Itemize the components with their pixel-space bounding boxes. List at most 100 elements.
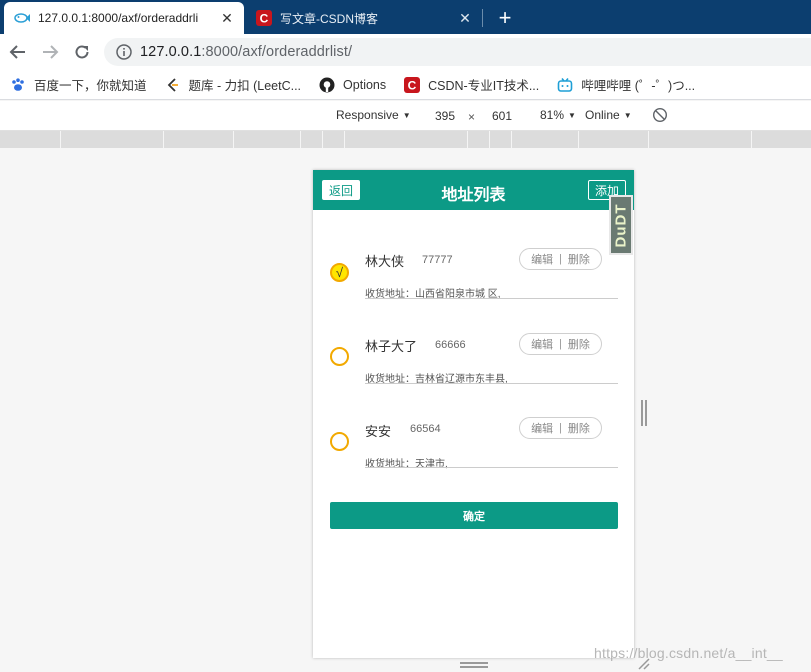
address-bar[interactable]: 127.0.0.1:8000/axf/orderaddrlist/ [104, 38, 811, 66]
edit-button[interactable]: 编辑 [531, 336, 553, 352]
bookmark-label: Options [343, 77, 387, 92]
confirm-button[interactable]: 确定 [330, 502, 618, 529]
device-toolbar: Responsive ▼ 395 × 601 81% ▼ Online ▼ [0, 101, 811, 131]
ruler-tick [751, 131, 752, 148]
dudt-overlay-badge[interactable]: DuDT [609, 195, 633, 255]
bookmark-label: CSDN-专业IT技术... [428, 79, 540, 93]
throttle-select[interactable]: Online ▼ [585, 108, 632, 122]
svg-text:C: C [408, 78, 417, 92]
paw-icon [10, 77, 26, 93]
ruler-tick [648, 131, 649, 148]
ruler-tick [322, 131, 323, 148]
delete-button[interactable]: 删除 [568, 251, 590, 267]
tab-strip: 127.0.0.1:8000/axf/orderaddrli ✕ C 写文章-C… [0, 0, 811, 34]
action-divider: | [559, 253, 562, 265]
dudt-badge-label: DuDT [612, 203, 630, 247]
back-arrow-icon[interactable] [6, 40, 30, 64]
delete-button[interactable]: 删除 [568, 336, 590, 352]
bookmark-csdn[interactable]: C CSDN-专业IT技术... [404, 75, 539, 94]
app-header: 返回 地址列表 添加 [313, 170, 634, 210]
emulated-page: 返回 地址列表 添加 √ 林大侠 77777 编辑 | 删除 收货地址：山西省阳… [313, 170, 634, 658]
forward-arrow-icon[interactable] [38, 40, 62, 64]
resize-handle-right[interactable] [641, 400, 647, 426]
tab-title: 写文章-CSDN博客 [280, 11, 378, 26]
ruler-tick [511, 131, 512, 148]
bookmark-bilibili[interactable]: 哔哩哔哩 (゜-゜)つ... [557, 75, 695, 94]
dimension-separator: × [468, 110, 476, 124]
device-select[interactable]: Responsive ▼ [336, 108, 411, 122]
rotate-icon[interactable] [652, 107, 668, 123]
address-item: 安安 66564 编辑 | 删除 收货地址：天津市, [313, 411, 634, 491]
url-host: 127.0.0.1 [140, 44, 202, 60]
tab-divider [482, 9, 483, 27]
address-actions: 编辑 | 删除 [519, 333, 602, 355]
csdn-icon: C [404, 76, 421, 93]
address-radio[interactable] [330, 347, 349, 366]
address-radio[interactable]: √ [330, 263, 349, 282]
edit-button[interactable]: 编辑 [531, 420, 553, 436]
bookmark-leetcode[interactable]: 题库 - 力扣 (LeetC... [165, 75, 302, 94]
dropdown-caret-icon: ▼ [568, 110, 576, 120]
address-divider [365, 467, 618, 468]
ruler-tick [344, 131, 345, 148]
address-item: √ 林大侠 77777 编辑 | 删除 收货地址：山西省阳泉市城 区, [313, 242, 634, 322]
ruler-tick [60, 131, 61, 148]
address-actions: 编辑 | 删除 [519, 417, 602, 439]
new-tab-button[interactable]: + [492, 5, 518, 31]
close-icon[interactable]: ✕ [218, 9, 236, 27]
device-label: Responsive [336, 108, 399, 122]
zoom-label: 81% [540, 108, 565, 122]
github-icon [319, 77, 335, 93]
bilibili-icon [557, 77, 573, 93]
svg-text:C: C [260, 12, 269, 26]
address-name: 林大侠 [365, 254, 405, 269]
dropdown-caret-icon: ▼ [402, 110, 411, 120]
address-phone: 77777 [422, 254, 453, 266]
address-name: 林子大了 [365, 339, 418, 354]
address-divider [365, 383, 618, 384]
info-icon[interactable] [116, 44, 132, 60]
action-divider: | [559, 338, 562, 350]
ruler-tick [233, 131, 234, 148]
bookmarks-bar: 百度一下，你就知道 题库 - 力扣 (LeetC... Options C CS… [0, 70, 811, 100]
bookmark-baidu[interactable]: 百度一下，你就知道 [10, 75, 147, 94]
address-item: 林子大了 66666 编辑 | 删除 收货地址：吉林省辽源市东丰县, [313, 327, 634, 407]
edit-button[interactable]: 编辑 [531, 251, 553, 267]
dropdown-caret-icon: ▼ [623, 110, 632, 120]
url-text: 127.0.0.1:8000/axf/orderaddrlist/ [140, 44, 352, 60]
ruler-tick [489, 131, 490, 148]
bookmark-options[interactable]: Options [319, 77, 386, 93]
resize-handle-bottom[interactable] [460, 662, 488, 668]
bookmark-label: 百度一下，你就知道 [34, 79, 147, 93]
watermark: https://blog.csdn.net/a__int__ [594, 645, 783, 661]
address-phone: 66564 [410, 423, 441, 435]
zoom-select[interactable]: 81% ▼ [540, 108, 576, 122]
action-divider: | [559, 422, 562, 434]
tab-csdn-write[interactable]: C 写文章-CSDN博客 ✕ [246, 2, 482, 34]
tab-orderaddrlist[interactable]: 127.0.0.1:8000/axf/orderaddrli ✕ [4, 2, 244, 34]
tab-title: 127.0.0.1:8000/axf/orderaddrli [38, 11, 199, 25]
reload-icon[interactable] [70, 40, 94, 64]
address-actions: 编辑 | 删除 [519, 248, 602, 270]
url-path: :8000/axf/orderaddrlist/ [201, 44, 353, 60]
ruler-tick [163, 131, 164, 148]
viewport-width-input[interactable]: 395 [425, 106, 465, 126]
close-icon[interactable]: ✕ [456, 9, 474, 27]
page-title: 地址列表 [441, 187, 506, 204]
ruler-tick [578, 131, 579, 148]
throttle-label: Online [585, 108, 620, 122]
browser-toolbar: 127.0.0.1:8000/axf/orderaddrlist/ [0, 34, 811, 70]
address-divider [365, 298, 618, 299]
viewport-height-input[interactable]: 601 [482, 106, 522, 126]
ruler-tick [300, 131, 301, 148]
bookmark-label: 哔哩哔哩 (゜-゜)つ... [581, 79, 696, 93]
bookmark-label: 题库 - 力扣 (LeetC... [188, 79, 302, 93]
csdn-icon: C [256, 10, 272, 26]
media-query-ruler [0, 131, 811, 148]
delete-button[interactable]: 删除 [568, 420, 590, 436]
address-name: 安安 [365, 424, 392, 439]
leetcode-icon [165, 77, 181, 93]
address-radio[interactable] [330, 432, 349, 451]
fish-icon [14, 10, 30, 26]
address-phone: 66666 [435, 339, 466, 351]
